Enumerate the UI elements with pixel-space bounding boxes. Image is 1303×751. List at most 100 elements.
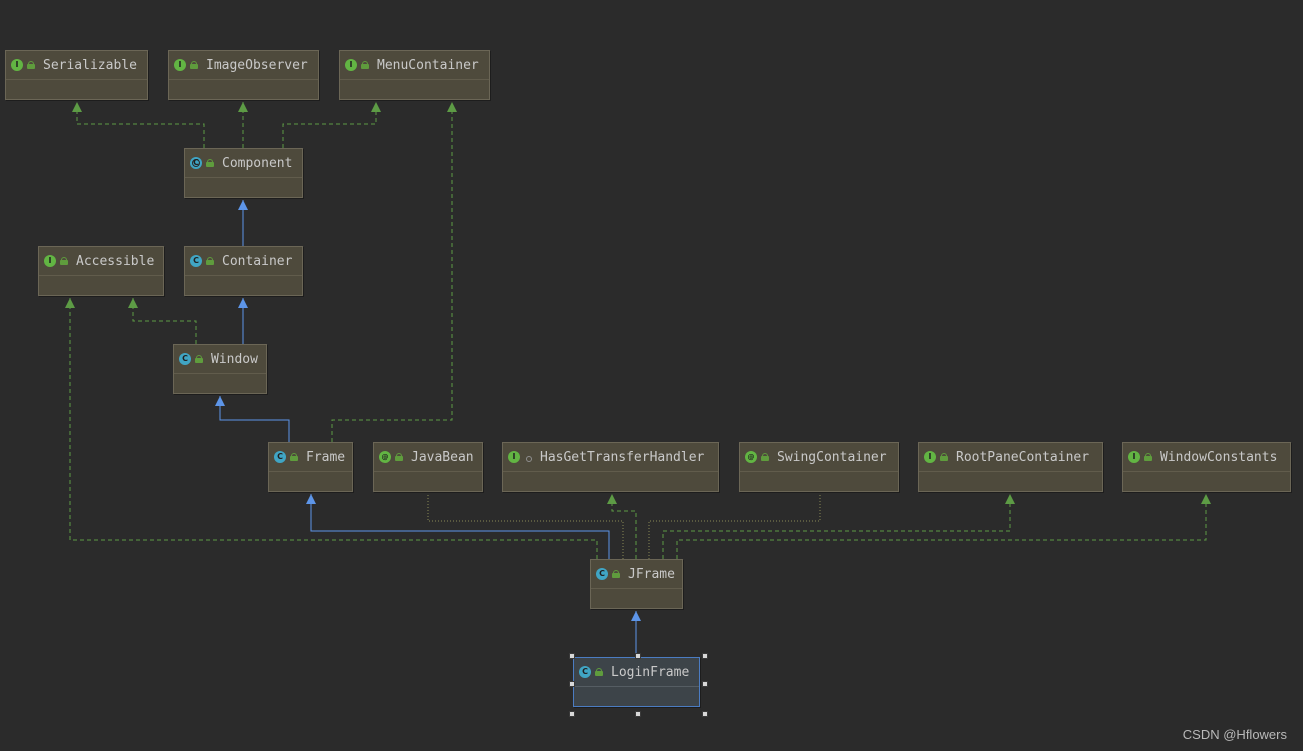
interface-icon: I — [44, 255, 56, 267]
arrowhead-jframe-to-frame — [306, 494, 316, 504]
edge-extends-jframe-to-frame — [310, 494, 610, 559]
class-icon: C — [179, 353, 191, 365]
class-name: Window — [211, 351, 258, 367]
class-node-header: I Accessible — [39, 247, 163, 276]
edge-implements-component-to-serializable — [76, 102, 205, 148]
public-icon — [190, 60, 199, 69]
edge-implements-frame-to-menucontainer — [331, 102, 453, 442]
public-icon — [195, 354, 204, 363]
public-icon — [60, 256, 69, 265]
class-icon: C — [596, 568, 608, 580]
class-name: Container — [222, 253, 293, 269]
class-name: LoginFrame — [611, 664, 690, 680]
edge-implements-jframe-to-accessible — [69, 298, 598, 559]
public-icon — [290, 452, 299, 461]
interface-icon: I — [1128, 451, 1140, 463]
arrowhead-jframe-to-windowconstants — [1201, 494, 1211, 504]
class-name: Serializable — [43, 57, 137, 73]
class-name: Component — [222, 155, 293, 171]
class-node-header: I RootPaneContainer — [919, 443, 1102, 472]
arrowhead-jframe-to-hasgettransferhandler — [607, 494, 617, 504]
selection-handle[interactable] — [702, 711, 708, 717]
public-icon — [395, 452, 404, 461]
abstract-icon: C — [190, 157, 202, 169]
edge-annotated-jframe-to-javabean — [427, 494, 624, 559]
class-node-header: @ JavaBean — [374, 443, 482, 472]
selection-handle[interactable] — [569, 681, 575, 687]
public-icon — [940, 452, 949, 461]
arrowhead-jframe-to-rootpanecontainer — [1005, 494, 1015, 504]
arrowhead-jframe-to-accessible — [65, 298, 75, 308]
arrowhead-frame-to-window — [215, 396, 225, 406]
class-node-header: I ImageObserver — [169, 51, 318, 80]
public-icon — [761, 452, 770, 461]
class-node-menucontainer[interactable]: I MenuContainer — [339, 50, 490, 100]
edge-annotated-jframe-to-swingcontainer — [648, 494, 821, 559]
class-node-loginframe[interactable]: C LoginFrame — [573, 657, 700, 707]
class-node-header: C Window — [174, 345, 266, 374]
edge-implements-window-to-accessible — [132, 298, 197, 344]
public-icon — [206, 158, 215, 167]
class-node-windowconstants[interactable]: I WindowConstants — [1122, 442, 1291, 492]
class-node-javabean[interactable]: @ JavaBean — [373, 442, 483, 492]
annotation-icon: @ — [379, 451, 391, 463]
selection-handle[interactable] — [569, 653, 575, 659]
class-node-rootpanecontainer[interactable]: I RootPaneContainer — [918, 442, 1103, 492]
class-node-header: I WindowConstants — [1123, 443, 1290, 472]
class-node-jframe[interactable]: C JFrame — [590, 559, 683, 609]
watermark: CSDN @Hflowers — [1182, 727, 1287, 742]
class-node-hasgettransferhandler[interactable]: I HasGetTransferHandler — [502, 442, 719, 492]
selection-handle[interactable] — [634, 711, 641, 717]
class-name: SwingContainer — [777, 449, 887, 465]
public-icon — [206, 256, 215, 265]
interface-icon: I — [345, 59, 357, 71]
class-name: WindowConstants — [1160, 449, 1278, 465]
arrowhead-component-to-serializable — [72, 102, 82, 112]
class-name: JavaBean — [411, 449, 474, 465]
selection-handle[interactable] — [634, 653, 641, 659]
class-node-component[interactable]: C Component — [184, 148, 303, 198]
class-name: Accessible — [76, 253, 155, 269]
public-icon — [361, 60, 370, 69]
class-name: Frame — [306, 449, 346, 465]
public-icon — [1144, 452, 1153, 461]
class-name: JFrame — [628, 566, 675, 582]
arrowhead-container-to-component — [238, 200, 248, 210]
public-icon — [595, 667, 604, 676]
interface-icon: I — [174, 59, 186, 71]
edge-extends-frame-to-window — [219, 396, 290, 442]
arrowhead-frame-to-menucontainer — [447, 102, 457, 112]
arrowhead-component-to-menucontainer — [371, 102, 381, 112]
class-name: HasGetTransferHandler — [540, 449, 705, 465]
class-icon: C — [579, 666, 591, 678]
class-icon: C — [274, 451, 286, 463]
class-node-window[interactable]: C Window — [173, 344, 267, 394]
edge-implements-jframe-to-windowconstants — [676, 494, 1207, 559]
class-node-swingcontainer[interactable]: @ SwingContainer — [739, 442, 899, 492]
class-icon: C — [190, 255, 202, 267]
edge-implements-jframe-to-rootpanecontainer — [662, 494, 1011, 559]
class-node-header: C Frame — [269, 443, 352, 472]
class-node-accessible[interactable]: I Accessible — [38, 246, 164, 296]
class-name: ImageObserver — [206, 57, 308, 73]
class-node-serializable[interactable]: I Serializable — [5, 50, 148, 100]
class-name: RootPaneContainer — [956, 449, 1090, 465]
selection-handle[interactable] — [702, 681, 708, 687]
class-node-container[interactable]: C Container — [184, 246, 303, 296]
package-private-icon — [524, 454, 533, 462]
arrowhead-component-to-imageobserver — [238, 102, 248, 112]
annotation-icon: @ — [745, 451, 757, 463]
class-node-imageobserver[interactable]: I ImageObserver — [168, 50, 319, 100]
arrowhead-window-to-container — [238, 298, 248, 308]
class-node-header: C JFrame — [591, 560, 682, 589]
interface-icon: I — [11, 59, 23, 71]
class-name: MenuContainer — [377, 57, 479, 73]
selection-handle[interactable] — [569, 711, 575, 717]
arrowhead-loginframe-to-jframe — [631, 611, 641, 621]
selection-handle[interactable] — [702, 653, 708, 659]
arrowhead-window-to-accessible — [128, 298, 138, 308]
class-node-frame[interactable]: C Frame — [268, 442, 353, 492]
class-node-header: C Component — [185, 149, 302, 178]
functional-icon: I — [508, 451, 520, 463]
class-node-header: C LoginFrame — [574, 658, 699, 687]
